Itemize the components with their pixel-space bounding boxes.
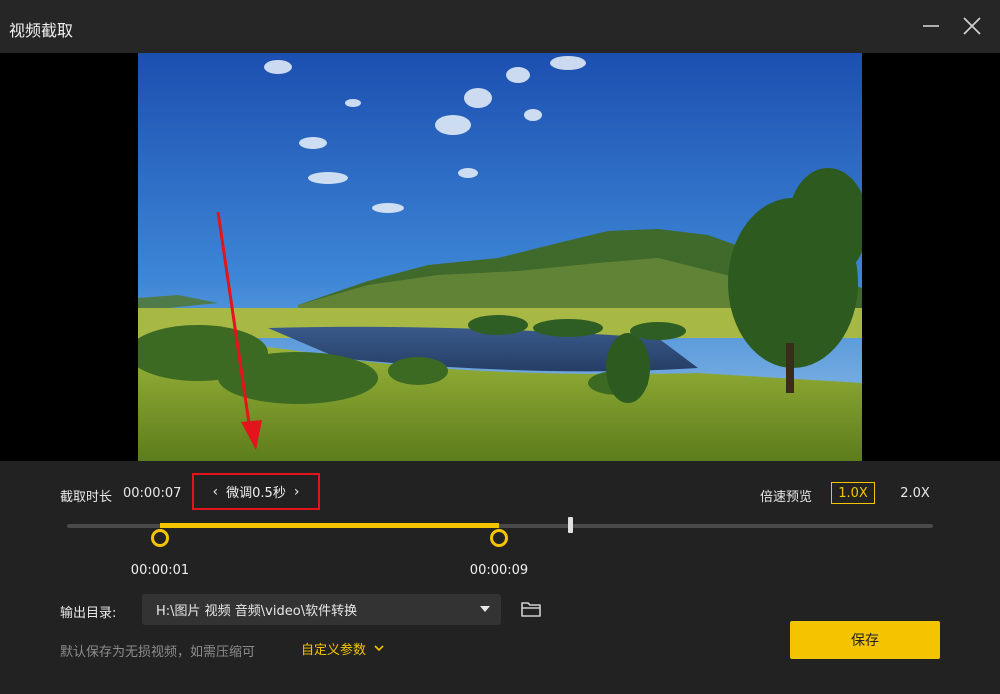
custom-params-label: 自定义参数	[301, 643, 367, 658]
speed-preview-label: 倍速预览	[760, 490, 813, 505]
start-handle[interactable]	[151, 529, 169, 547]
minimize-icon[interactable]	[919, 14, 943, 38]
fine-tune-box: ‹ 微调0.5秒 ›	[192, 473, 320, 510]
window-title: 视频截取	[9, 21, 74, 40]
save-note: 默认保存为无损视频，如需压缩可	[60, 645, 256, 660]
save-button[interactable]: 保存	[790, 621, 940, 659]
speed-2x-button[interactable]: 2.0X	[893, 482, 937, 504]
output-dir-path: H:\图片 视频 音频\video\软件转换	[156, 604, 358, 619]
end-handle[interactable]	[490, 529, 508, 547]
video-frame[interactable]	[138, 53, 862, 461]
clip-duration-value: 00:00:07	[123, 486, 182, 501]
end-time: 00:00:09	[469, 563, 529, 578]
start-time: 00:00:01	[130, 563, 190, 578]
chevron-right-icon[interactable]: ›	[294, 484, 300, 500]
output-dir-select[interactable]: H:\图片 视频 音频\video\软件转换	[142, 594, 501, 625]
output-dir-label: 输出目录:	[60, 606, 117, 621]
chevron-left-icon[interactable]: ‹	[213, 484, 219, 500]
title-bar: 视频截取	[0, 0, 1000, 53]
playhead[interactable]	[568, 517, 573, 533]
close-icon[interactable]	[960, 14, 984, 38]
chevron-down-icon	[480, 606, 490, 612]
custom-params-link[interactable]: 自定义参数	[301, 639, 384, 658]
folder-icon[interactable]	[520, 599, 542, 619]
fine-tune-label: 微调0.5秒	[226, 486, 286, 501]
clip-duration-label: 截取时长	[60, 490, 113, 505]
video-preview-area	[0, 53, 1000, 461]
selected-range	[160, 523, 499, 528]
chevron-down-icon	[374, 645, 384, 652]
speed-1x-button[interactable]: 1.0X	[831, 482, 875, 504]
